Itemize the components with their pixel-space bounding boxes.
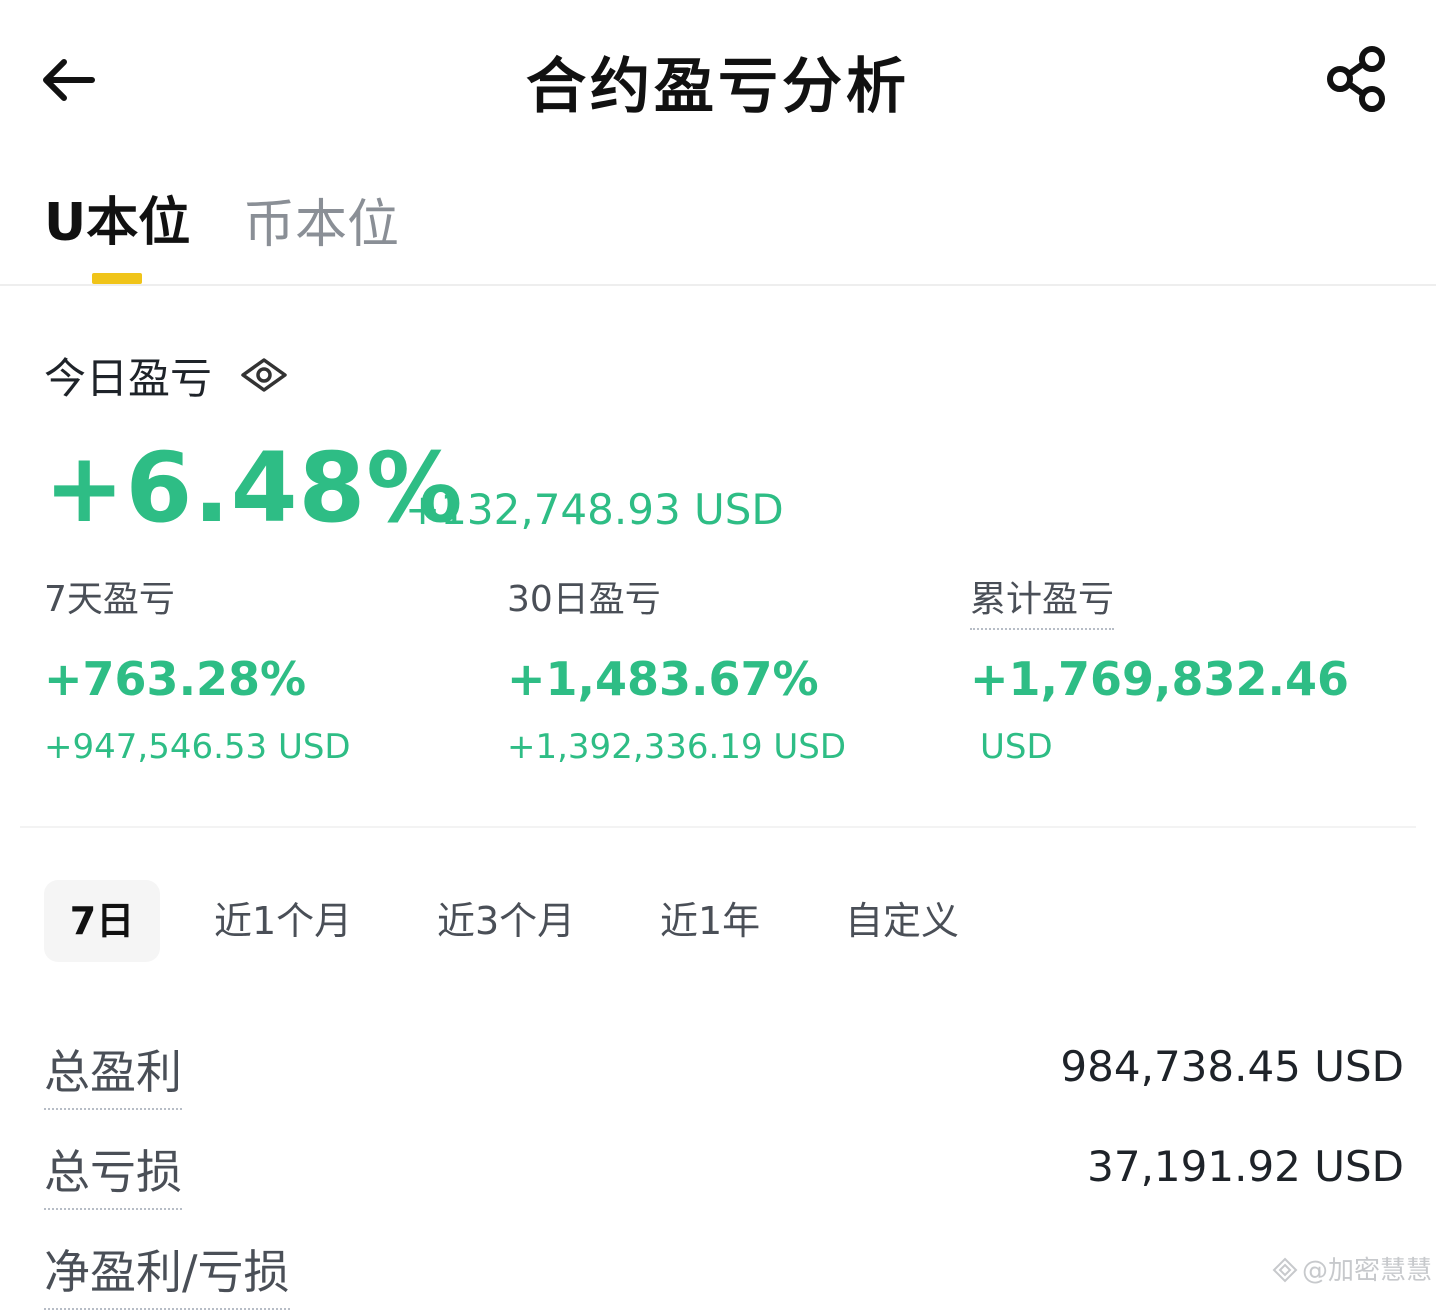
share-icon [1327,46,1385,112]
stat-cumulative-value: +1,769,832.46 [970,652,1350,706]
stat-30d-label: 30日盈亏 [507,579,661,620]
total-loss-value: 37,191.92 USD [1087,1142,1404,1191]
stat-30d-percent: +1,483.67% [507,652,819,706]
page-title: 合约盈亏分析 [526,52,910,122]
stat-30d-usd: +1,392,336.19 USD [507,727,847,767]
period-1m[interactable]: 近1个月 [214,880,352,962]
today-pnl-label: 今日盈亏 [44,354,213,403]
section-divider [20,826,1416,828]
share-button[interactable] [1322,44,1392,114]
period-1y[interactable]: 近1年 [660,880,760,962]
tab-u-margined[interactable]: U本位 [44,180,190,255]
watermark-text: @加密慧慧 [1302,1256,1433,1286]
stat-7d-percent: +763.28% [44,652,307,706]
tab-coin-margined[interactable]: 币本位 [243,182,399,257]
toggle-visibility-button[interactable] [240,355,288,395]
binance-square-icon [1272,1257,1298,1283]
stat-7d-label: 7天盈亏 [44,579,175,620]
today-pnl-usd: +132,748.93 USD [405,485,784,534]
tab-active-indicator [92,273,142,284]
watermark: @加密慧慧 [1272,1250,1432,1287]
net-pnl-label[interactable]: 净盈利/亏损 [44,1236,290,1310]
total-profit-value: 984,738.45 USD [1060,1042,1404,1091]
today-pnl-percent: +6.48% [44,432,464,544]
stat-7d-usd: +947,546.53 USD [44,727,351,767]
period-3m[interactable]: 近3个月 [437,880,575,962]
period-custom[interactable]: 自定义 [845,880,959,962]
stat-cumulative-unit: USD [980,727,1053,767]
period-7d[interactable]: 7日 [44,880,160,962]
tab-divider [0,284,1436,286]
eye-icon [241,358,287,392]
total-profit-label[interactable]: 总盈利 [44,1036,182,1110]
stat-cumulative-label[interactable]: 累计盈亏 [970,570,1115,630]
total-loss-label[interactable]: 总亏损 [44,1136,182,1210]
